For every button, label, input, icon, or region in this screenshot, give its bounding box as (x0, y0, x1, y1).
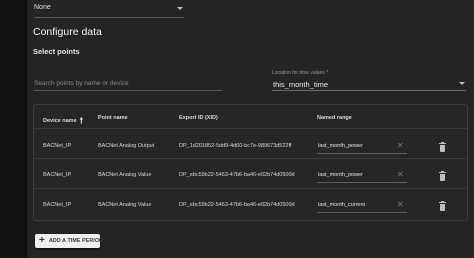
location-value: this_month_time (273, 80, 329, 89)
plus-icon: + (39, 235, 45, 246)
cell-xid: DP_1d201852-5dd9-4d60-bc7e-989673d522ff (179, 143, 292, 149)
clear-icon[interactable]: ✕ (397, 141, 404, 150)
cell-point: BACNet Analog Output (98, 143, 155, 149)
clear-icon[interactable]: ✕ (397, 170, 404, 179)
delete-icon[interactable] (439, 201, 446, 211)
delete-icon[interactable] (439, 142, 446, 152)
chevron-down-icon (459, 82, 465, 85)
delete-icon[interactable] (439, 171, 446, 181)
add-time-period-button[interactable]: + ADD A TIME PERIOD (35, 234, 103, 248)
named-range-value: last_month_power (318, 143, 363, 149)
location-select[interactable]: Location for time values * this_month_ti… (272, 70, 466, 91)
left-gutter (0, 0, 26, 258)
configure-data-heading: Configure data (33, 26, 102, 38)
header-xid: Export ID (XID) (179, 115, 218, 121)
search-input[interactable]: Search points by name or device (34, 76, 222, 91)
sort-arrow-up-icon[interactable]: 🠕 (80, 115, 83, 129)
top-select[interactable]: None (34, 1, 184, 18)
header-device-label: Device name (43, 118, 77, 124)
cell-device: BACNet_IP (43, 202, 72, 208)
search-placeholder: Search points by name or device (34, 80, 129, 87)
named-range-input[interactable]: last_month_power ✕ (317, 140, 407, 154)
named-range-input[interactable]: last_month_power ✕ (317, 169, 407, 183)
named-range-value: last_month_power (318, 172, 363, 178)
add-time-period-label: ADD A TIME PERIOD (49, 238, 103, 244)
row-divider (34, 128, 467, 129)
clear-icon[interactable]: ✕ (397, 200, 404, 209)
cell-device: BACNet_IP (43, 172, 72, 178)
location-label: Location for time values * (272, 70, 329, 76)
cell-point: BACNet Analog Value (98, 172, 152, 178)
row-divider (34, 188, 467, 189)
header-named-range: Named range (317, 115, 352, 121)
top-select-value: None (34, 4, 51, 11)
chevron-down-icon (177, 7, 183, 10)
row-divider (34, 158, 467, 159)
cell-xid: DP_ebc59b22-5463-47b6-ba46-e02b74d0500d (179, 172, 295, 178)
header-point-name: Point name (98, 115, 128, 121)
points-table: Device name 🠕 Point name Export ID (XID) … (33, 104, 468, 221)
cell-point: BACNet Analog Value (98, 202, 152, 208)
cell-xid: DP_ebc59b22-5463-47b6-ba46-e02b74d0500d (179, 202, 295, 208)
cell-device: BACNet_IP (43, 143, 72, 149)
named-range-value: last_month_current (318, 202, 366, 208)
header-device-name[interactable]: Device name 🠕 (43, 115, 83, 129)
select-points-heading: Select points (33, 47, 80, 56)
named-range-input[interactable]: last_month_current ✕ (317, 199, 407, 213)
